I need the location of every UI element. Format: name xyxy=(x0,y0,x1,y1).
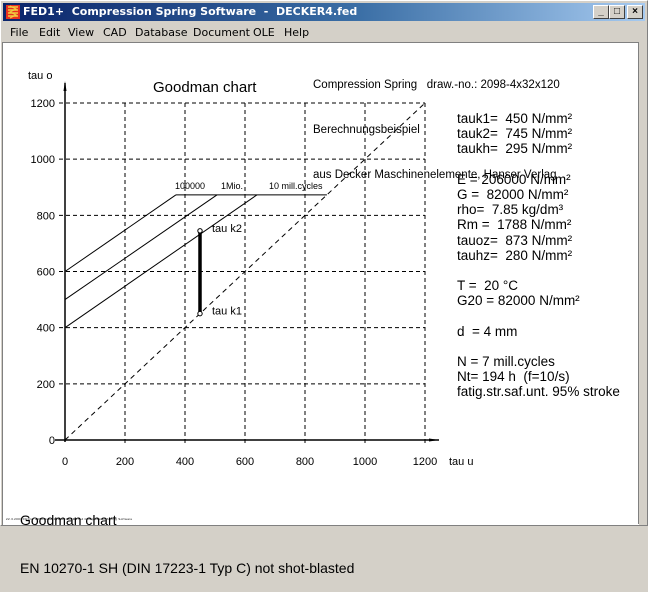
x-tick-label: 0 xyxy=(62,456,68,468)
chart-caption: Goodman chart EN 10270-1 SH (DIN 17223-1… xyxy=(20,480,354,592)
x-tick-label: 1000 xyxy=(353,456,377,468)
y-tick-label: 1000 xyxy=(31,154,55,166)
series-line-1mio- xyxy=(64,194,218,300)
y-axis-label: tau o xyxy=(28,70,52,82)
x-tick-label: 600 xyxy=(236,456,254,468)
point-tau-k1 xyxy=(197,310,203,317)
point-tau-k2 xyxy=(197,228,203,234)
goodman-chart: 0 200 400 600 800 1000 1200 0 200 400 600 800 1000 12… xyxy=(28,70,473,468)
caption-line-2: EN 10270-1 SH (DIN 17223-1 Typ C) not sh… xyxy=(20,560,355,576)
series-label: 1Mio. xyxy=(221,181,243,191)
y-tick-label: 1200 xyxy=(31,98,55,110)
label-tau-k1: tau k1 xyxy=(212,306,242,318)
y-axis-arrow xyxy=(63,81,67,91)
y-tick-label: 600 xyxy=(37,267,55,279)
series-label: 10 mill.cycles xyxy=(269,181,323,191)
series-label: 100000 xyxy=(175,181,205,191)
series-line-100000 xyxy=(64,194,177,272)
y-tick-label: 200 xyxy=(37,379,55,391)
x-tick-label: 400 xyxy=(176,456,194,468)
y-tick-label: 400 xyxy=(37,323,55,335)
x-axis-arrow xyxy=(429,438,439,442)
y-tick-label: 0 xyxy=(49,435,55,447)
x-tick-label: 200 xyxy=(116,456,134,468)
footer-fine-print: 22.3.2001 FED1+ 2098-4x32x120 DECKER4.fe… xyxy=(6,517,133,521)
chart-marks xyxy=(55,81,439,442)
y-tick-label: 800 xyxy=(37,210,55,222)
x-axis-label: tau u xyxy=(449,456,473,468)
tick-labels: 0 200 400 600 800 1000 1200 0 200 400 600 800 1000 12… xyxy=(31,98,438,468)
x-tick-label: 1200 xyxy=(413,456,437,468)
chart-title: Goodman chart xyxy=(153,79,257,96)
x-tick-label: 800 xyxy=(296,456,314,468)
label-tau-k2: tau k2 xyxy=(212,223,242,235)
